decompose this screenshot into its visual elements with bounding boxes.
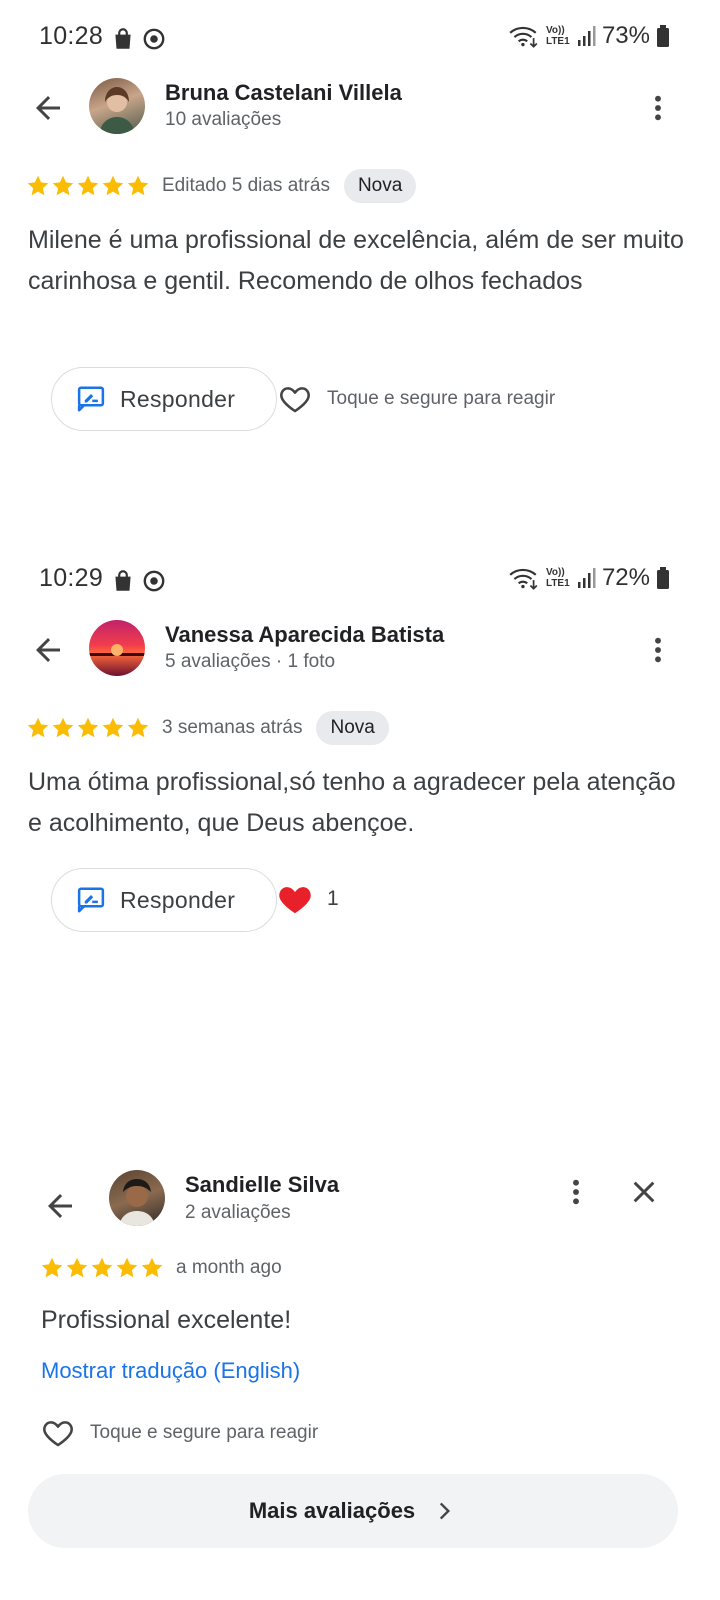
star-icon — [101, 716, 125, 740]
signal-icon — [576, 24, 596, 48]
avatar-photo — [99, 87, 135, 134]
battery-percent: 73% — [601, 22, 650, 49]
reaction-area[interactable]: Toque e segure para reagir — [277, 382, 555, 416]
signal-icon — [576, 566, 596, 590]
rating-row: 3 semanas atrás Nova — [26, 710, 389, 746]
close-icon[interactable] — [628, 1176, 660, 1208]
review-screen-3: Sandielle Silva 2 avaliações a month ago… — [0, 1140, 720, 1600]
heart-outline-icon[interactable] — [277, 382, 313, 416]
review-date: a month ago — [176, 1257, 282, 1278]
star-icon — [126, 174, 150, 198]
back-arrow-icon[interactable] — [30, 632, 66, 668]
wifi-icon — [508, 23, 540, 49]
reviewer-subtitle: 10 avaliações — [165, 109, 282, 130]
battery-percent: 72% — [601, 564, 650, 591]
star-rating — [26, 174, 150, 198]
review-date: 3 semanas atrás — [162, 717, 303, 738]
reviewer-name[interactable]: Sandielle Silva — [185, 1172, 339, 1198]
network-label: Vo)) LTE1 — [545, 25, 570, 47]
review-text: Milene é uma profissional de excelência,… — [28, 226, 684, 295]
avatar[interactable] — [109, 1170, 165, 1226]
more-options-icon[interactable] — [560, 1174, 592, 1210]
review-text: Uma ótima profissional,só tenho a agrade… — [28, 768, 676, 837]
more-options-icon[interactable] — [642, 632, 674, 668]
reviewer-name[interactable]: Bruna Castelani Villela — [165, 80, 402, 106]
star-icon — [126, 716, 150, 740]
new-badge: Nova — [343, 169, 417, 203]
star-icon — [26, 174, 50, 198]
reply-icon — [76, 384, 106, 414]
star-icon — [40, 1256, 64, 1280]
star-icon — [51, 716, 75, 740]
status-bar: 10:28 Vo)) LTE1 73% — [0, 18, 720, 56]
heart-outline-icon[interactable] — [40, 1416, 76, 1450]
star-icon — [115, 1256, 139, 1280]
star-icon — [26, 716, 50, 740]
status-time: 10:29 — [39, 564, 104, 592]
review-text: Profissional excelente! — [41, 1306, 292, 1334]
star-icon — [90, 1256, 114, 1280]
review-screen-1: 10:28 Vo)) LTE1 73% Bruna Castelani Vill… — [0, 0, 720, 500]
star-icon — [76, 174, 100, 198]
show-translation-link[interactable]: Mostrar tradução (English) — [41, 1358, 300, 1384]
reply-label: Responder — [120, 886, 236, 913]
reply-button[interactable]: Responder — [51, 868, 277, 932]
network-label: Vo)) LTE1 — [545, 567, 570, 589]
reaction-area[interactable]: 1 — [275, 880, 339, 918]
reviewer-subtitle: 5 avaliações · 1 foto — [165, 651, 336, 672]
star-icon — [65, 1256, 89, 1280]
avatar[interactable] — [89, 78, 145, 134]
review-header: Sandielle Silva 2 avaliações — [0, 1170, 720, 1240]
more-reviews-label: Mais avaliações — [248, 1498, 416, 1523]
review-screen-2: 10:29 Vo)) LTE1 72% Vanessa Aparecida Ba… — [0, 552, 720, 1032]
status-time: 10:28 — [39, 22, 104, 50]
back-arrow-icon[interactable] — [30, 90, 66, 126]
star-icon — [101, 174, 125, 198]
battery-icon — [656, 566, 670, 590]
shopping-bag-icon — [110, 26, 136, 52]
reply-icon — [76, 885, 106, 915]
reply-label: Responder — [120, 385, 236, 412]
new-badge: Nova — [316, 711, 389, 745]
status-right: Vo)) LTE1 73% — [508, 22, 670, 50]
star-icon — [51, 174, 75, 198]
status-right: Vo)) LTE1 72% — [508, 564, 670, 592]
rating-row: a month ago — [40, 1250, 282, 1286]
shopping-bag-icon — [110, 568, 136, 594]
reaction-area[interactable]: Toque e segure para reagir — [40, 1416, 318, 1450]
avatar[interactable] — [89, 620, 145, 676]
reviewer-name[interactable]: Vanessa Aparecida Batista — [165, 622, 444, 648]
back-arrow-icon[interactable] — [42, 1188, 78, 1224]
rating-row: Editado 5 dias atrás Nova — [26, 168, 417, 204]
star-rating — [40, 1256, 164, 1280]
status-bar: 10:29 Vo)) LTE1 72% — [0, 560, 720, 598]
star-icon — [76, 716, 100, 740]
battery-icon — [656, 24, 670, 48]
star-rating — [26, 716, 150, 740]
sync-icon — [141, 26, 167, 52]
reaction-count: 1 — [327, 887, 339, 910]
review-header: Vanessa Aparecida Batista 5 avaliações ·… — [0, 614, 720, 684]
reaction-hint: Toque e segure para reagir — [327, 388, 556, 409]
heart-filled-icon[interactable] — [275, 880, 315, 918]
review-date: Editado 5 dias atrás — [162, 175, 330, 196]
avatar-photo — [89, 644, 145, 656]
reviewer-subtitle: 2 avaliações — [185, 1202, 291, 1223]
reaction-hint: Toque e segure para reagir — [90, 1422, 319, 1443]
star-icon — [140, 1256, 164, 1280]
wifi-icon — [508, 565, 540, 591]
more-options-icon[interactable] — [642, 90, 674, 126]
avatar-photo — [119, 1179, 155, 1226]
review-header: Bruna Castelani Villela 10 avaliações — [0, 72, 720, 142]
sync-icon — [141, 568, 167, 594]
reply-button[interactable]: Responder — [51, 367, 277, 431]
more-reviews-button[interactable]: Mais avaliações — [28, 1474, 678, 1548]
chevron-right-icon — [440, 1502, 451, 1520]
